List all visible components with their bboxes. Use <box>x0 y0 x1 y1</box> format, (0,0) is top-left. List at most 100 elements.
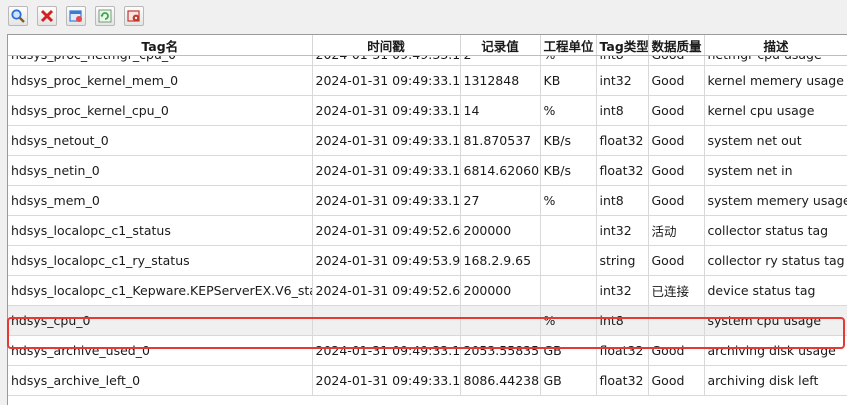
export-button[interactable] <box>66 6 86 26</box>
cell-timestamp: 2024-01-31 09:49:33.141 <box>312 66 460 96</box>
cell-tag-name-text: hdsys_localopc_c1_ry_status <box>11 253 190 268</box>
table-row[interactable]: hdsys_archive_used_02024-01-31 09:49:33.… <box>8 336 847 366</box>
cell-description-text: netmgr cpu usage <box>708 56 822 63</box>
cell-timestamp: 2024-01-31 09:49:53.981 <box>312 246 460 276</box>
cell-timestamp: 2024-01-31 09:49:33.141 <box>312 126 460 156</box>
cell-value: 200000 <box>460 276 540 306</box>
cell-description: archiving disk usage <box>704 336 847 366</box>
cell-timestamp-text: 2024-01-31 09:49:33.141 <box>316 103 461 118</box>
cell-tag-name: hdsys_proc_kernel_cpu_0 <box>8 96 312 126</box>
table-row[interactable]: hdsys_netout_02024-01-31 09:49:33.14181.… <box>8 126 847 156</box>
cell-tag-name-text: hdsys_netout_0 <box>11 133 109 148</box>
header-tag-type[interactable]: Tag类型 <box>596 35 648 56</box>
header-value[interactable]: 记录值 <box>460 35 540 56</box>
export-icon <box>68 8 84 24</box>
cell-quality: Good <box>648 336 704 366</box>
cell-unit <box>540 216 596 246</box>
header-timestamp[interactable]: 时间戳 <box>312 35 460 56</box>
cell-tag-name-text: hdsys_proc_kernel_cpu_0 <box>11 103 169 118</box>
cell-quality: Good <box>648 366 704 396</box>
cell-tag-type-text: int32 <box>600 73 632 88</box>
table-row[interactable]: hdsys_archive_left_02024-01-31 09:49:33.… <box>8 366 847 396</box>
cell-unit-text: KB/s <box>544 163 572 178</box>
cell-description-text: collector status tag <box>708 223 829 238</box>
cell-tag-type-text: float32 <box>600 133 644 148</box>
cell-description: system net out <box>704 126 847 156</box>
header-tag-name[interactable]: Tag名 <box>8 35 312 56</box>
cell-tag-type-text: string <box>600 253 636 268</box>
header-quality[interactable]: 数据质量 <box>648 35 704 56</box>
search-button[interactable] <box>8 6 28 26</box>
cell-description-text: system cpu usage <box>708 313 822 328</box>
cell-quality-text: Good <box>652 163 685 178</box>
header-unit[interactable]: 工程单位 <box>540 35 596 56</box>
delete-button[interactable] <box>37 6 57 26</box>
toolbar <box>0 0 847 34</box>
settings-icon <box>126 8 142 24</box>
cell-quality-text: Good <box>652 373 685 388</box>
table-row[interactable]: hdsys_proc_netmgr_cpu_02024-01-31 09:49:… <box>8 56 847 66</box>
cell-value: 200000 <box>460 216 540 246</box>
cell-description: device status tag <box>704 276 847 306</box>
table-row[interactable]: hdsys_proc_kernel_cpu_0 2024-01-31 09:49:… <box>8 96 847 126</box>
cell-tag-type: float32 <box>596 336 648 366</box>
cell-quality-text: Good <box>652 133 685 148</box>
cell-quality-text: Good <box>652 253 685 268</box>
cell-description: kernel memery usage <box>704 66 847 96</box>
table-row[interactable]: hdsys_localopc_c1_ry_status 2024-01-31 09… <box>8 246 847 276</box>
header-description[interactable]: 描述 <box>704 35 847 56</box>
cell-tag-type: string <box>596 246 648 276</box>
cell-unit-text: % <box>544 193 556 208</box>
cell-timestamp: 2024-01-31 09:49:33.141 <box>312 156 460 186</box>
cell-tag-type: int32 <box>596 66 648 96</box>
cell-timestamp: 2024-01-31 09:49:33.141 <box>312 56 460 66</box>
table-row[interactable]: hdsys_mem_02024-01-31 09:49:33.14127%int… <box>8 186 847 216</box>
cell-quality <box>648 306 704 336</box>
cell-tag-type-text: int8 <box>600 313 624 328</box>
cell-tag-type-text: float32 <box>600 373 644 388</box>
cell-quality-text: Good <box>652 56 685 63</box>
cell-quality: 已连接 <box>648 276 704 306</box>
search-icon <box>10 8 26 24</box>
cell-unit-text: % <box>544 56 556 63</box>
cell-description-text: kernel cpu usage <box>708 103 815 118</box>
cell-tag-name-text: hdsys_netin_0 <box>11 163 100 178</box>
cell-tag-name: hdsys_proc_kernel_mem_0 <box>8 66 312 96</box>
cell-unit: KB/s <box>540 126 596 156</box>
cell-description-text: system memery usage <box>708 193 847 208</box>
cell-tag-type: int32 <box>596 276 648 306</box>
cell-unit: KB <box>540 66 596 96</box>
cell-value: 14 <box>460 96 540 126</box>
cell-value: 2053.55835 <box>460 336 540 366</box>
cell-description: system cpu usage <box>704 306 847 336</box>
cell-timestamp-text: 2024-01-31 09:49:33.141 <box>316 73 461 88</box>
cell-description: collector status tag <box>704 216 847 246</box>
cell-quality: Good <box>648 96 704 126</box>
settings-button[interactable] <box>124 6 144 26</box>
cell-unit: % <box>540 96 596 126</box>
cell-tag-name: hdsys_cpu_0 <box>8 306 312 336</box>
table-row[interactable]: hdsys_proc_kernel_mem_0 2024-01-31 09:49:… <box>8 66 847 96</box>
cell-tag-type: int8 <box>596 186 648 216</box>
cell-timestamp-text: 2024-01-31 09:49:33.141 <box>316 343 461 358</box>
cell-value: 168.2.9.65 <box>460 246 540 276</box>
table-row[interactable]: hdsys_localopc_c1_Kepware.KEPServerEX.V6… <box>8 276 847 306</box>
cell-timestamp: 2024-01-31 09:49:33.141 <box>312 186 460 216</box>
cell-description-text: archiving disk left <box>708 373 819 388</box>
table-row[interactable]: hdsys_cpu_0%int8system cpu usage <box>8 306 847 336</box>
cell-tag-name: hdsys_netin_0 <box>8 156 312 186</box>
table-row[interactable]: hdsys_localopc_c1_status2024-01-31 09:49… <box>8 216 847 246</box>
cell-tag-name: hdsys_mem_0 <box>8 186 312 216</box>
cell-unit: KB/s <box>540 156 596 186</box>
delete-icon <box>39 8 55 24</box>
table-row[interactable]: hdsys_netin_02024-01-31 09:49:33.1416814… <box>8 156 847 186</box>
cell-tag-type: float32 <box>596 366 648 396</box>
cell-tag-type: int8 <box>596 96 648 126</box>
refresh-button[interactable] <box>95 6 115 26</box>
cell-tag-type: int32 <box>596 216 648 246</box>
cell-unit: % <box>540 56 596 66</box>
cell-value: 8086.442383 <box>460 366 540 396</box>
cell-timestamp: 2024-01-31 09:49:33.141 <box>312 336 460 366</box>
cell-quality: Good <box>648 186 704 216</box>
cell-timestamp: 2024-01-31 09:49:52.668 <box>312 276 460 306</box>
